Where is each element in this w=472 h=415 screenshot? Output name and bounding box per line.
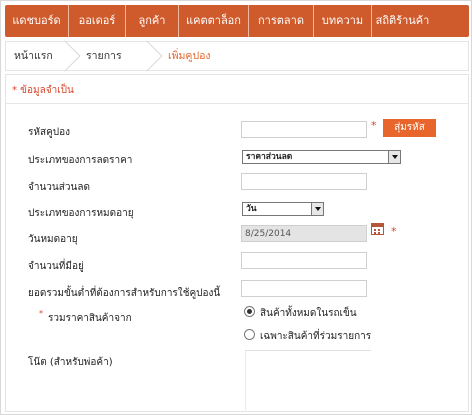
nav-item-catalog[interactable]: แคตตาล็อก — [179, 5, 249, 37]
chevron-down-icon[interactable] — [388, 151, 400, 163]
radio-all-cart[interactable] — [244, 306, 255, 317]
remaining-input[interactable] — [241, 252, 367, 269]
nav-item-customers[interactable]: ลูกค้า — [126, 5, 179, 37]
min-total-label: ยอดรวมขั้นต่ำที่ต้องการสำหรับการใช้คูปอง… — [28, 288, 221, 299]
required-note: * ข้อมูลจำเป็น — [12, 85, 74, 96]
divider — [6, 103, 468, 104]
expiry-type-select[interactable]: วัน — [242, 202, 324, 216]
required-star: * — [371, 119, 377, 132]
min-total-input[interactable] — [241, 280, 367, 297]
nav-item-marketing[interactable]: การตลาด — [249, 5, 314, 37]
breadcrumb-home[interactable]: หน้าแรก — [6, 41, 70, 71]
discount-type-label: ประเภทของการลดราคา — [28, 155, 133, 166]
notes-textarea[interactable] — [245, 350, 371, 412]
discount-amount-input[interactable] — [241, 173, 367, 190]
expiry-type-label: ประเภทของการหมดอายุ — [28, 208, 134, 219]
nav-item-dashboard[interactable]: แดชบอร์ด — [5, 5, 69, 37]
random-code-button[interactable]: สุ่มรหัส — [383, 119, 436, 137]
discount-amount-label: จำนวนส่วนลด — [28, 182, 90, 193]
breadcrumb-current: เพิ่มคูปอง — [168, 50, 211, 62]
top-nav: แดชบอร์ด ออเดอร์ ลูกค้า แคตตาล็อก การตลา… — [5, 5, 469, 37]
required-star: * — [391, 225, 397, 238]
radio-participating-items-label[interactable]: เฉพาะสินค้าที่ร่วมรายการ — [260, 329, 371, 344]
expiry-date-label: วันหมดอายุ — [28, 234, 78, 245]
chevron-down-icon[interactable] — [311, 203, 323, 215]
nav-item-store-stats[interactable]: สถิติร้านค้า — [372, 5, 433, 37]
breadcrumb-coupon-list[interactable]: รายการคูปอง — [70, 41, 152, 92]
page-frame: แดชบอร์ด ออเดอร์ ลูกค้า แคตตาล็อก การตลา… — [0, 0, 472, 415]
coupon-code-input[interactable] — [241, 121, 367, 138]
expiry-type-value: วัน — [246, 204, 257, 214]
nav-item-orders[interactable]: ออเดอร์ — [69, 5, 126, 37]
coupon-code-label: รหัสคูปอง — [28, 127, 70, 138]
remaining-label: จำนวนที่มีอยู่ — [28, 261, 84, 272]
calendar-icon[interactable] — [371, 223, 384, 235]
discount-type-select[interactable]: ราคาส่วนลด — [242, 150, 401, 164]
notes-label: โน๊ต (สำหรับพ่อค้า) — [28, 357, 113, 368]
discount-type-value: ราคาส่วนลด — [246, 152, 293, 162]
required-star: * — [39, 309, 43, 318]
price-total-label: รวมราคาสินค้าจาก — [48, 313, 132, 324]
nav-item-articles[interactable]: บทความ — [314, 5, 372, 37]
radio-participating-items[interactable] — [244, 329, 255, 340]
expiry-date-input — [241, 225, 367, 242]
coupon-form: * ข้อมูลจำเป็น รหัสคูปอง * สุ่มรหัส ประเ… — [5, 74, 469, 412]
radio-all-cart-label[interactable]: สินค้าทั้งหมดในรถเข็น — [260, 306, 357, 321]
breadcrumb: หน้าแรก รายการคูปอง เพิ่มคูปอง — [5, 41, 469, 92]
